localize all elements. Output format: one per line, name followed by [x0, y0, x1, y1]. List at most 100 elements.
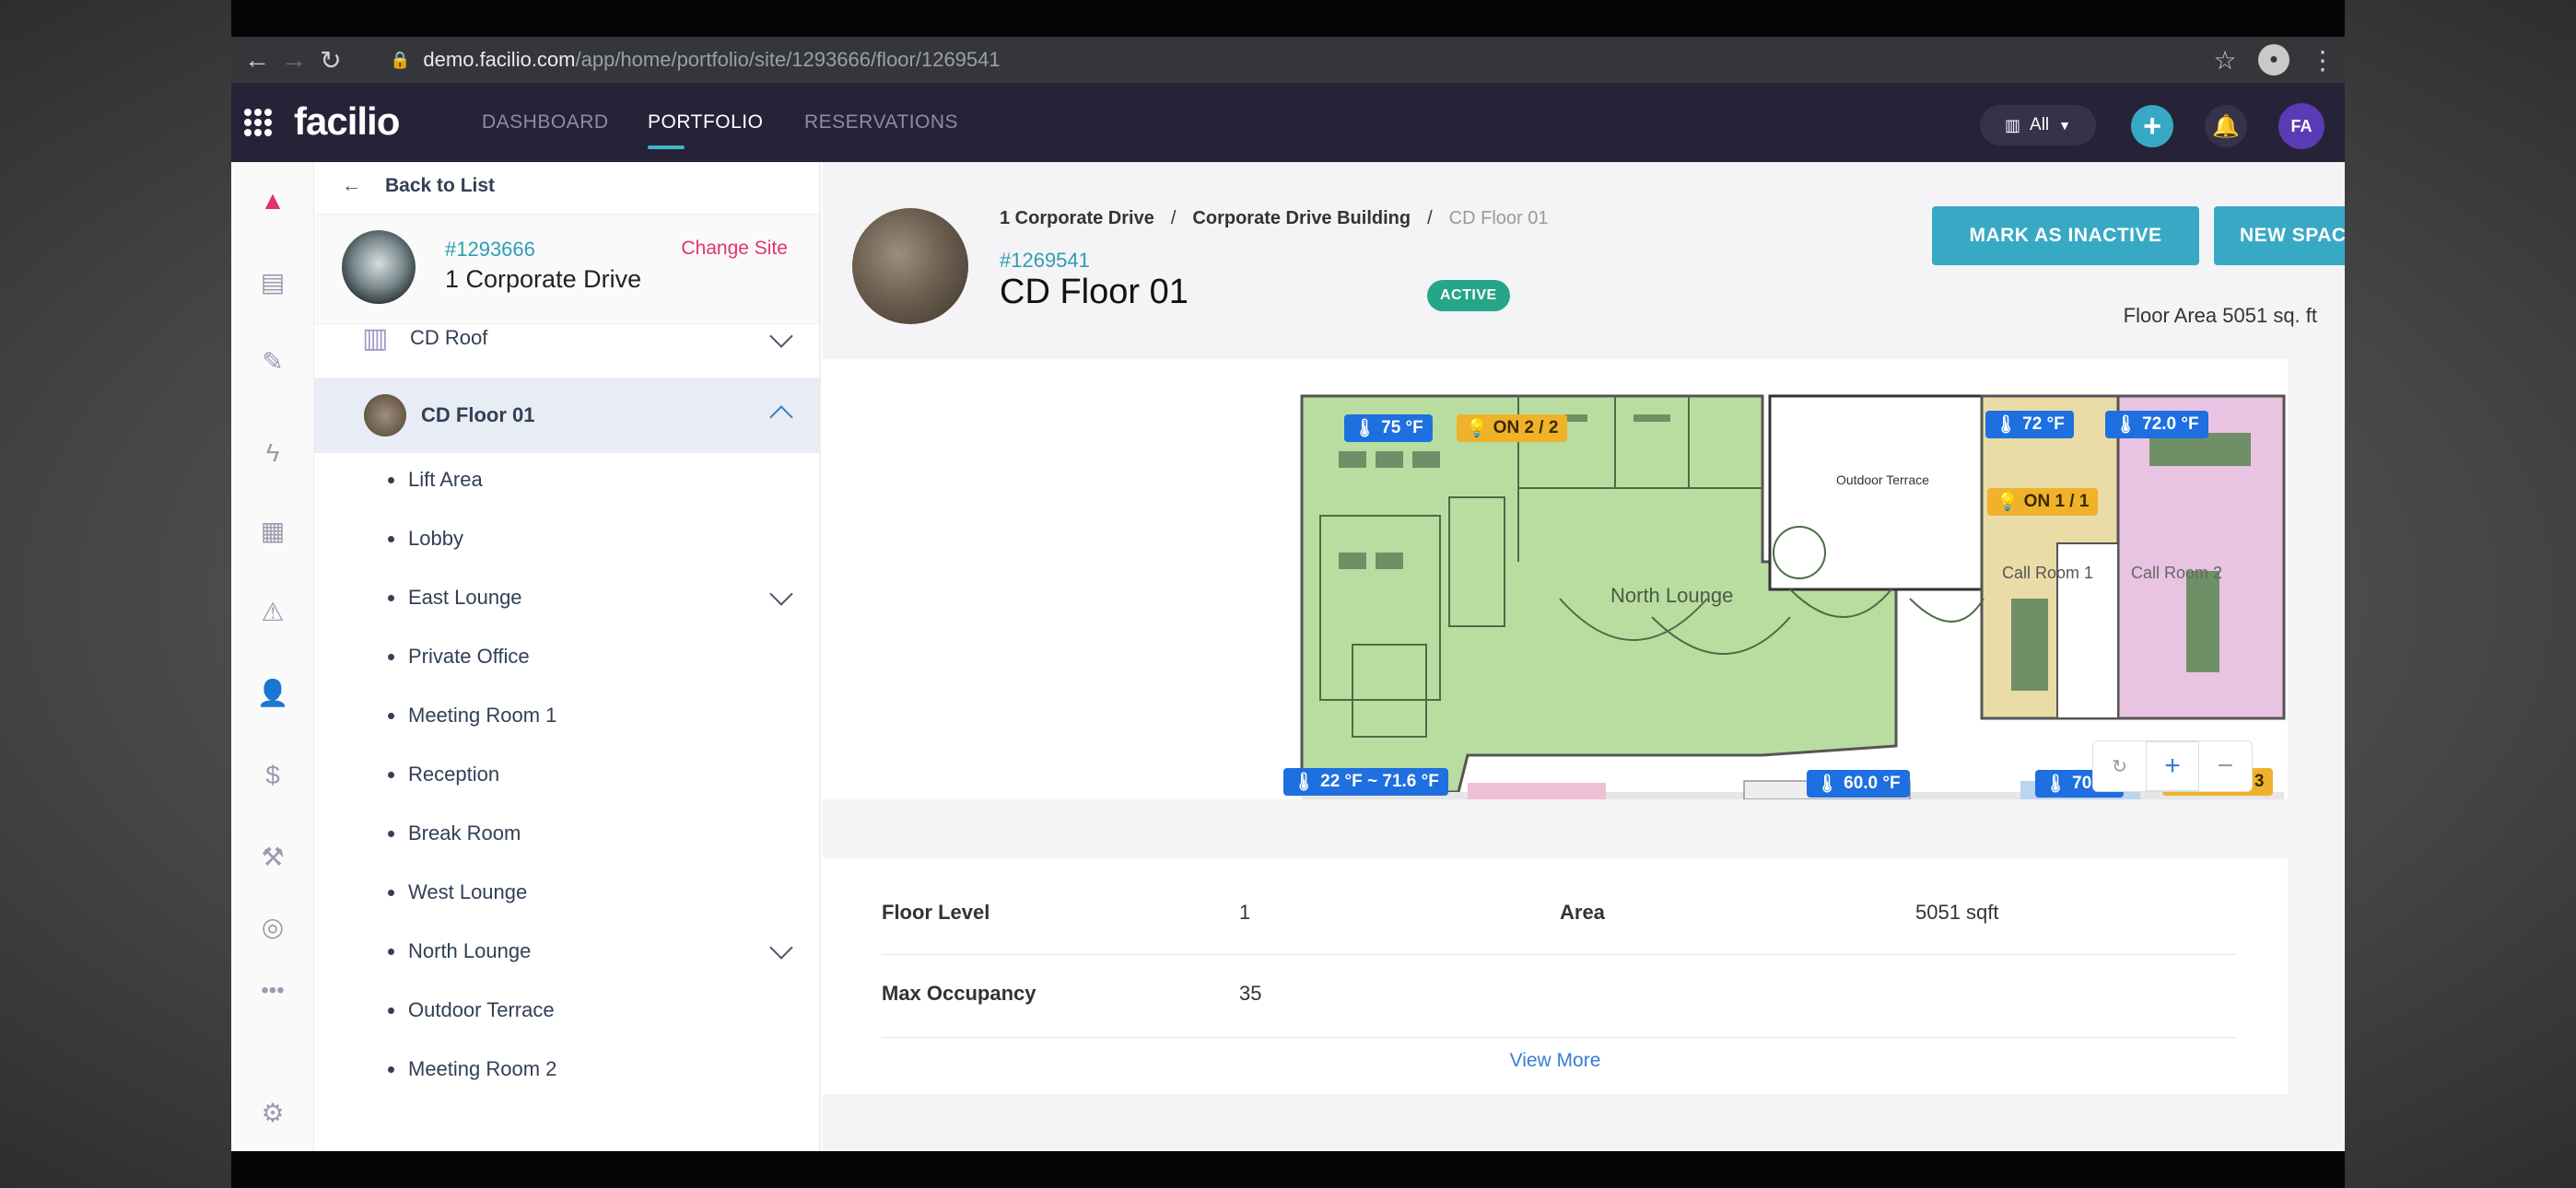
- floor-id: #1269541: [1000, 249, 1090, 272]
- chevron-down-icon: [769, 324, 793, 348]
- settings-gear-icon[interactable]: ⚙: [254, 1094, 291, 1131]
- letterbox-bottom: [231, 1151, 2345, 1188]
- room-label-outdoor-terrace: Outdoor Terrace: [1836, 472, 1929, 487]
- breadcrumb: 1 Corporate Drive / Corporate Drive Build…: [1000, 208, 1548, 229]
- more-dots-icon[interactable]: •••: [254, 973, 291, 1009]
- profile-avatar-icon[interactable]: ●: [2258, 44, 2289, 76]
- temperature-badge[interactable]: 🌡 72 °F: [1985, 411, 2074, 438]
- inventory-box-icon[interactable]: ▤: [254, 263, 291, 300]
- tree-item-space[interactable]: Meeting Room 1: [314, 687, 819, 744]
- occupancy-badge[interactable]: 💡 ON 2 / 2: [1457, 414, 1568, 442]
- apps-grid-icon[interactable]: [244, 109, 272, 136]
- tree-item-space[interactable]: Meeting Room 2: [314, 1041, 819, 1098]
- breadcrumb-current: CD Floor 01: [1448, 208, 1549, 228]
- space-label: Reception: [408, 763, 500, 786]
- breadcrumb-item[interactable]: 1 Corporate Drive: [1000, 208, 1154, 229]
- analytics-board-icon[interactable]: ▦: [254, 512, 291, 549]
- occupancy-badge[interactable]: 💡 ON 1 / 1: [1987, 488, 2099, 516]
- tree-item-space[interactable]: Break Room: [314, 805, 819, 862]
- temperature-badge[interactable]: 🌡 72.0 °F: [2105, 411, 2208, 438]
- letterbox-top: [231, 0, 2345, 37]
- space-label: Break Room: [408, 821, 521, 844]
- chevron-down-icon: [769, 936, 793, 960]
- tree-item-space[interactable]: Private Office: [314, 628, 819, 685]
- nav-portfolio-label: PORTFOLIO: [648, 111, 764, 133]
- invoice-dollar-icon[interactable]: $: [254, 757, 291, 794]
- building-filter[interactable]: ▥ All ▼: [1980, 105, 2096, 146]
- tree-item-space[interactable]: Lift Area: [314, 451, 819, 508]
- nav-portfolio[interactable]: PORTFOLIO: [648, 83, 763, 162]
- browser-toolbar: ← → ↻ 🔒 demo.facilio.com/app/home/portfo…: [231, 37, 2345, 83]
- floor-level-label: Floor Level: [882, 901, 990, 924]
- facilio-logo[interactable]: facilio: [294, 99, 400, 144]
- space-label: Lift Area: [408, 468, 483, 491]
- mark-inactive-button[interactable]: MARK AS INACTIVE: [1932, 206, 2199, 265]
- add-plus-button[interactable]: +: [2131, 105, 2173, 147]
- tree-item-space[interactable]: Lobby: [314, 510, 819, 567]
- reload-icon[interactable]: ↻: [312, 41, 349, 78]
- tree-item-space[interactable]: West Lounge: [314, 864, 819, 921]
- breadcrumb-separator: /: [1170, 208, 1177, 228]
- badge-value: 60.0 °F: [1844, 774, 1901, 793]
- caret-down-icon: ▼: [2058, 118, 2071, 133]
- thermometer-icon: 🌡: [1293, 773, 1316, 792]
- badge-value: 72 °F: [2022, 414, 2065, 434]
- tree-item-cd-floor-01[interactable]: CD Floor 01: [314, 378, 819, 453]
- address-bar[interactable]: 🔒 demo.facilio.com/app/home/portfolio/si…: [390, 42, 2234, 77]
- thermometer-icon: 🌡: [1995, 415, 2018, 435]
- room-label-call-room-1: Call Room 1: [2002, 564, 2093, 582]
- chevron-up-icon: [769, 405, 793, 429]
- bookmark-star-icon[interactable]: ☆: [2207, 41, 2243, 78]
- tree-item-space[interactable]: Reception: [314, 746, 819, 803]
- floor-photo: [852, 208, 968, 324]
- temperature-badge[interactable]: 🌡 75 °F: [1344, 414, 1433, 442]
- badge-value: 75 °F: [1381, 418, 1423, 437]
- change-site-link[interactable]: Change Site: [681, 238, 788, 260]
- thermometer-icon: 🌡: [2044, 775, 2067, 794]
- maintenance-icon[interactable]: ✎: [254, 343, 291, 379]
- map-icon: ▥: [362, 322, 389, 354]
- portfolio-building-icon[interactable]: ▲: [254, 182, 291, 219]
- back-to-list-link[interactable]: ← Back to List: [342, 175, 495, 197]
- bullet: [388, 831, 394, 837]
- floor-details-card: Floor Level 1 Area 5051 sqft Max Occupan…: [823, 858, 2288, 1094]
- notification-bell-icon[interactable]: 🔔: [2205, 105, 2247, 147]
- max-occupancy-value: 35: [1239, 982, 1262, 1005]
- bullet: [388, 772, 394, 778]
- back-arrow-icon[interactable]: ←: [239, 41, 275, 78]
- view-more-link[interactable]: View More: [823, 1050, 2288, 1072]
- breadcrumb-item[interactable]: Corporate Drive Building: [1192, 208, 1411, 229]
- reset-view-icon[interactable]: ↻: [2093, 741, 2146, 791]
- bullet: [388, 477, 394, 483]
- forward-arrow-icon[interactable]: →: [275, 41, 312, 78]
- tree-item-cd-roof[interactable]: ▥ CD Roof: [314, 309, 819, 367]
- temperature-range-badge[interactable]: 🌡 22 °F ~ 71.6 °F: [1283, 768, 1448, 796]
- thermometer-icon: 🌡: [1353, 419, 1376, 438]
- zoom-in-icon[interactable]: +: [2146, 741, 2199, 791]
- zoom-out-icon[interactable]: −: [2199, 741, 2252, 791]
- status-badge: ACTIVE: [1427, 280, 1510, 311]
- bullet: [388, 654, 394, 660]
- energy-bolt-icon[interactable]: ϟ: [254, 435, 291, 472]
- tree-item-space[interactable]: East Lounge: [314, 569, 819, 626]
- reports-gauge-icon[interactable]: ◎: [254, 908, 291, 945]
- alarm-siren-icon[interactable]: ⚠: [254, 593, 291, 630]
- tree-item-space[interactable]: North Lounge: [314, 923, 819, 980]
- space-tree-sidebar: ← Back to List #1293666 1 Corporate Driv…: [314, 162, 821, 1151]
- breadcrumb-separator: /: [1427, 208, 1433, 228]
- site-name: 1 Corporate Drive: [445, 265, 642, 293]
- nav-reservations[interactable]: RESERVATIONS: [804, 83, 958, 162]
- temperature-badge[interactable]: 🌡 60.0 °F: [1807, 770, 1910, 798]
- user-avatar[interactable]: FA: [2278, 103, 2324, 149]
- url-host: demo.facilio.com: [423, 48, 576, 71]
- floor-area-summary: Floor Area 5051 sq. ft: [2123, 304, 2317, 327]
- building-icon: ▥: [2005, 115, 2021, 134]
- space-label: East Lounge: [408, 586, 522, 609]
- people-user-icon[interactable]: 👤: [254, 674, 291, 711]
- area-label: Area: [1560, 901, 1605, 924]
- new-space-button[interactable]: NEW SPACE: [2214, 206, 2345, 265]
- browser-menu-icon[interactable]: ⋮: [2304, 41, 2341, 78]
- vendor-worker-icon[interactable]: ⚒: [254, 838, 291, 875]
- tree-item-space[interactable]: Outdoor Terrace: [314, 982, 819, 1039]
- nav-dashboard[interactable]: DASHBOARD: [482, 83, 608, 162]
